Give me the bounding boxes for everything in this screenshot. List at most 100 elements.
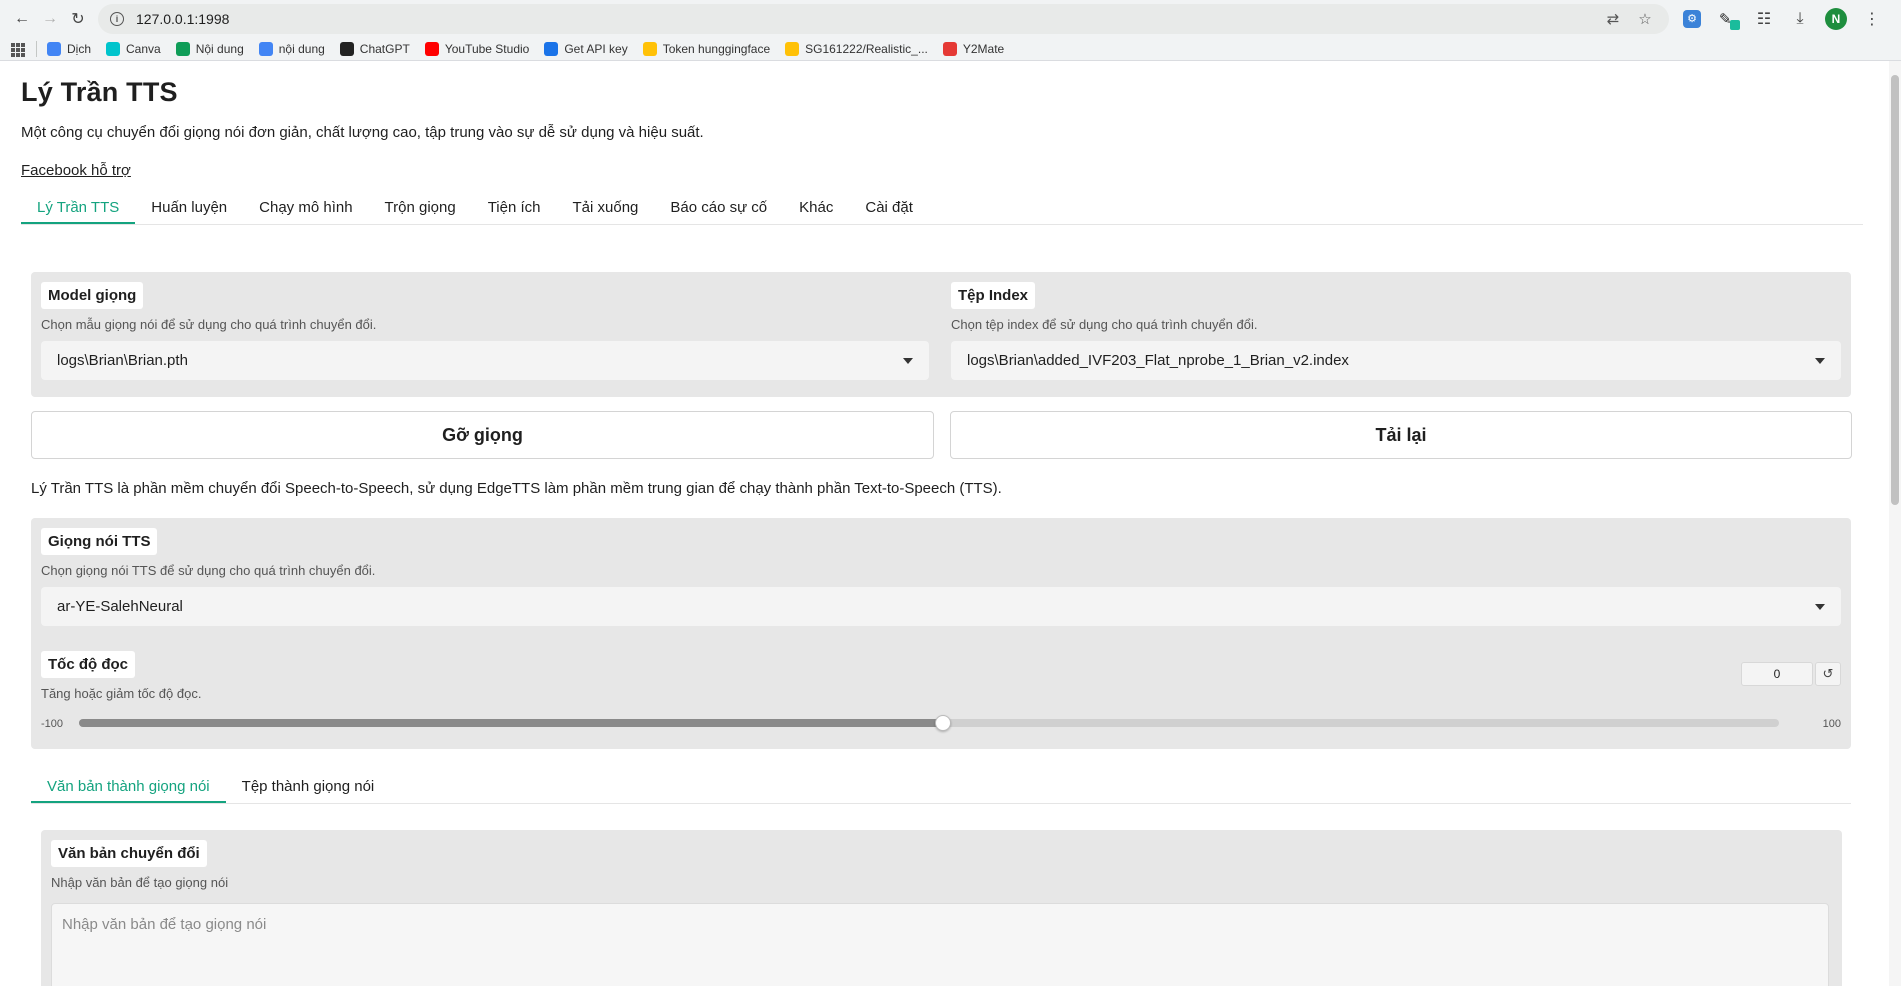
tab-5[interactable]: Tải xuống [557,199,655,224]
bookmark-label: nội dung [278,41,325,56]
reload-icon[interactable]: ↻ [64,5,92,33]
url-text: 127.0.0.1:1998 [136,10,230,27]
info-text: Lý Trần TTS là phần mềm chuyển đổi Speec… [31,480,1002,497]
canva-icon [106,41,121,56]
index-description: Chọn tệp index để sử dụng cho quá trình … [951,317,1258,332]
text-input-label: Văn bản chuyển đổi [51,840,207,867]
tab-2[interactable]: Chạy mô hình [243,199,368,224]
menu-kebab-icon[interactable]: ⋮ [1857,4,1887,34]
model-label: Model giọng [41,282,144,309]
chevron-down-icon [1815,357,1825,364]
model-selected-value: logs\Brian\Brian.pth [57,352,188,369]
tts-voice-label: Giọng nói TTS [41,528,158,555]
input-mode-tabs: Văn bản thành giọng nói Tệp thành giọng n… [31,772,1851,804]
model-field: Model giọng Chọn mẫu giọng nói để sử dụn… [41,282,929,380]
bookmark-item[interactable]: Dịch [47,41,92,56]
bookmark-label: ChatGPT [359,41,410,56]
tts-settings-panel: Giọng nói TTS Chọn giọng nói TTS để sử d… [31,518,1851,749]
bookmark-label: Y2Mate [962,41,1005,56]
translate-icon[interactable]: ⇄ [1601,7,1625,31]
index-field: Tệp Index Chọn tệp index để sử dụng cho … [951,282,1841,380]
text-input-area[interactable]: Nhập văn bản để tạo giọng nói [51,903,1829,986]
speed-number-group: 0 ↺ [1741,662,1841,686]
speed-description: Tăng hoặc giảm tốc độ đọc. [41,686,202,701]
unload-voice-button[interactable]: Gỡ giọng [31,411,934,459]
tab-6[interactable]: Báo cáo sự cố [654,199,783,224]
text-input-field: Văn bản chuyển đổi Nhập văn bản để tạo g… [51,840,228,890]
bookmark-label: Nội dung [195,41,244,56]
bookmark-item[interactable]: Canva [106,41,161,56]
bookmark-item[interactable]: nội dung [258,41,325,56]
browser-toolbar: ← → ↻ i 127.0.0.1:1998 ⇄ ☆ ⚙ ✎ ☷ ⤓ N ⋮ [0,0,1901,37]
bookmark-item[interactable]: Token hunggingface [642,41,771,56]
apps-grid-icon[interactable] [8,40,26,58]
bookmarks-divider [36,40,37,57]
facebook-support-link[interactable]: Facebook hỗ trợ [21,162,131,179]
speed-slider-fill [79,719,939,727]
sub-tab-0[interactable]: Văn bản thành giọng nói [31,778,226,803]
site-info-icon[interactable]: i [110,11,124,26]
extension-pen-icon[interactable]: ✎ [1713,4,1743,34]
bookmark-label: YouTube Studio [444,41,530,56]
chevron-down-icon [1815,603,1825,610]
bookmark-item[interactable]: SG161222/Realistic_... [785,41,928,56]
extension-blue-icon[interactable]: ⚙ [1677,4,1707,34]
tts-voice-selected-value: ar-YE-SalehNeural [57,598,183,615]
speed-slider-thumb[interactable] [935,715,951,731]
app-description: Một công cụ chuyển đổi giọng nói đơn giả… [21,124,704,141]
speed-label: Tốc độ đọc [41,651,135,678]
bookmark-item[interactable]: ChatGPT [339,41,410,56]
text-input-panel: Văn bản chuyển đổi Nhập văn bản để tạo g… [41,830,1842,986]
reset-icon[interactable]: ↺ [1815,662,1841,686]
speed-field: Tốc độ đọc Tăng hoặc giảm tốc độ đọc. [41,651,201,701]
address-bar[interactable]: i 127.0.0.1:1998 ⇄ ☆ [98,3,1669,34]
bookmark-label: Get API key [564,41,628,56]
model-description: Chọn mẫu giọng nói để sử dụng cho quá tr… [41,317,377,332]
tab-0[interactable]: Lý Trần TTS [21,199,136,224]
tts-voice-dropdown[interactable]: ar-YE-SalehNeural [41,587,1841,626]
tab-1[interactable]: Huấn luyện [135,199,243,224]
huggingface-icon [785,41,800,56]
bookmark-label: Canva [126,41,161,56]
google-docs-icon [258,41,273,56]
y2mate-icon [942,41,957,56]
bookmark-item[interactable]: Y2Mate [942,41,1005,56]
tab-3[interactable]: Trộn giọng [369,199,472,224]
sub-tab-1[interactable]: Tệp thành giọng nói [226,778,391,803]
model-index-panel: Model giọng Chọn mẫu giọng nói để sử dụn… [31,272,1851,397]
tts-voice-description: Chọn giọng nói TTS để sử dụng cho quá tr… [41,563,376,578]
bookmark-label: Dịch [67,41,92,56]
tts-voice-field: Giọng nói TTS Chọn giọng nói TTS để sử d… [41,528,1841,626]
scrollbar-thumb[interactable] [1891,75,1899,505]
speed-max-label: 100 [1822,718,1841,730]
page-content: Lý Trần TTS Một công cụ chuyển đổi giọng… [0,61,1901,986]
extensions-puzzle-icon[interactable]: ☷ [1749,4,1779,34]
downloads-icon[interactable]: ⤓ [1785,4,1815,34]
index-selected-value: logs\Brian\added_IVF203_Flat_nprobe_1_Br… [967,352,1349,369]
huggingface-icon [642,41,657,56]
bookmark-star-icon[interactable]: ☆ [1633,7,1657,31]
tab-4[interactable]: Tiện ích [472,199,557,224]
api-icon [544,41,559,56]
bookmarks-bar: Dịch Canva Nội dung nội dung ChatGPT YouTube … [0,37,1901,61]
back-arrow-icon[interactable]: ← [8,5,36,33]
bookmark-item[interactable]: YouTube Studio [424,41,530,56]
text-input-description: Nhập văn bản để tạo giọng nói [51,875,229,890]
speed-number-input[interactable]: 0 [1741,662,1813,686]
profile-avatar[interactable]: N [1821,4,1851,34]
refresh-button[interactable]: Tải lại [950,411,1852,459]
page-scrollbar[interactable] [1889,61,1901,986]
bookmark-item[interactable]: Get API key [544,41,628,56]
bookmark-item[interactable]: Nội dung [175,41,244,56]
index-dropdown[interactable]: logs\Brian\added_IVF203_Flat_nprobe_1_Br… [951,341,1841,380]
model-dropdown[interactable]: logs\Brian\Brian.pth [41,341,929,380]
avatar-initial: N [1825,7,1847,30]
tab-8[interactable]: Cài đặt [849,199,929,224]
bookmark-label: Token hunggingface [662,41,771,56]
page-title: Lý Trần TTS [21,77,178,107]
chevron-down-icon [903,357,913,364]
google-sheets-icon [175,41,190,56]
main-tab-bar: Lý Trần TTS Huấn luyện Chạy mô hình Trộn gi… [21,193,1863,225]
forward-arrow-icon[interactable]: → [36,5,64,33]
tab-7[interactable]: Khác [783,199,849,224]
